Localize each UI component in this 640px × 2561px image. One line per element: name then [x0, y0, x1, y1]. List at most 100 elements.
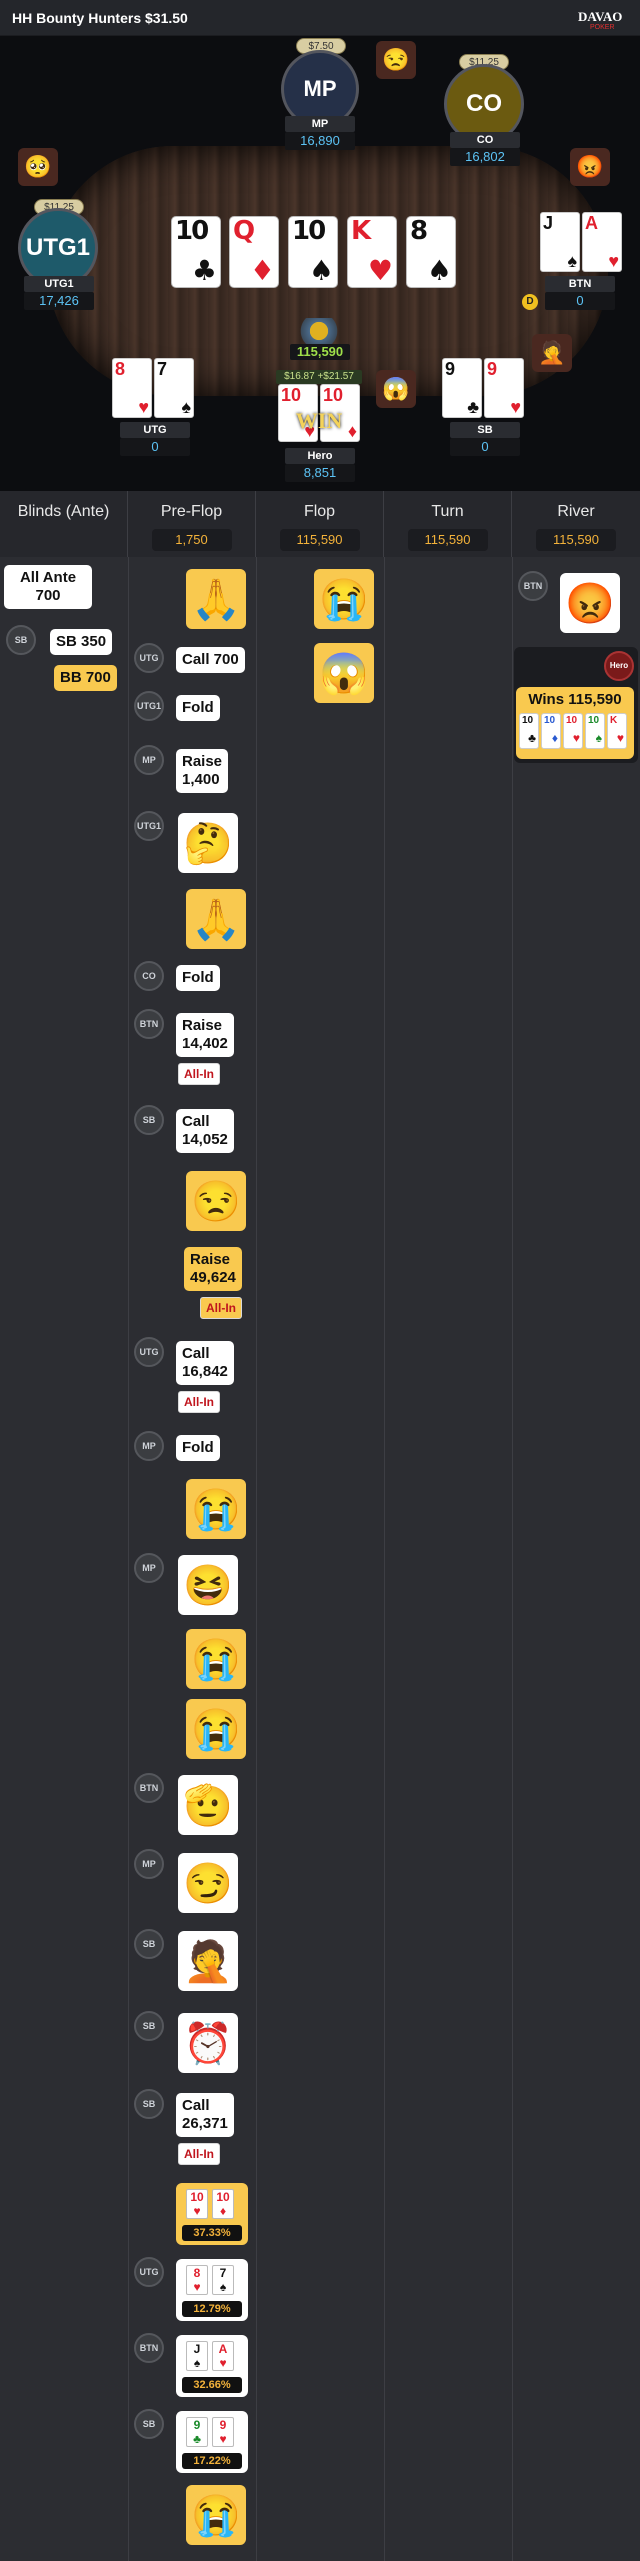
- seat-name-hero: Hero: [285, 448, 355, 464]
- svg-text:POKER: POKER: [590, 24, 615, 30]
- column-header-blinds: Blinds (Ante): [0, 491, 128, 557]
- emote-icon: 🙏: [186, 889, 246, 949]
- position-badge-utg1: UTG1: [134, 691, 164, 721]
- seat-name-mp: MP: [285, 116, 355, 132]
- divider: [256, 557, 257, 2561]
- seat-name-co: CO: [450, 132, 520, 148]
- action-raise: Raise 14,402: [176, 1013, 234, 1057]
- divider: [384, 557, 385, 2561]
- position-badge-sb: SB: [6, 625, 36, 655]
- seat-stack-hero: 8,851: [285, 464, 355, 482]
- emote-icon: 🫡: [178, 1775, 238, 1835]
- best-hand-card-1: 10 ♣: [519, 713, 539, 749]
- position-badge-mp: MP: [134, 1849, 164, 1879]
- position-badge-utg: UTG: [134, 1337, 164, 1367]
- seat-stack-utg: 0: [120, 438, 190, 456]
- emote-icon: 😆: [178, 1555, 238, 1615]
- position-badge-btn: BTN: [134, 2333, 164, 2363]
- emote-icon: 😱: [314, 643, 374, 703]
- sb-card-2: 9 ♥: [484, 358, 524, 418]
- equity-card-utg: 8 ♥ 7 ♠ 12.79%: [176, 2259, 248, 2321]
- emote-icon-mp: 😒: [376, 41, 416, 79]
- action-call: Call 700: [176, 647, 245, 673]
- chip-stack-icon: [292, 318, 346, 344]
- position-badge-utg1: UTG1: [134, 811, 164, 841]
- dealer-button-icon: D: [522, 294, 538, 310]
- best-hand-card-3: 10 ♥: [563, 713, 583, 749]
- position-badge-mp: MP: [134, 1553, 164, 1583]
- best-hand-card-2: 10 ♦: [541, 713, 561, 749]
- all-ante-bubble: All Ante 700: [4, 565, 92, 609]
- equity-card-btn: J ♠ A ♥ 32.66%: [176, 2335, 248, 2397]
- win-banner: WIN: [295, 408, 343, 433]
- best-hand-card-5: K ♥: [607, 713, 627, 749]
- hand-title: HH Bounty Hunters $31.50: [12, 10, 188, 26]
- emote-icon: 😭: [186, 1629, 246, 1689]
- btn-card-2: A ♥: [582, 212, 622, 272]
- seat-name-utg1: UTG1: [24, 276, 94, 292]
- hero-bounty: $16.87 +$21.57: [276, 370, 362, 384]
- emote-icon-sb: 🤦: [532, 334, 572, 372]
- emote-icon: 😏: [178, 1853, 238, 1913]
- utg-card-2: 7 ♠: [154, 358, 194, 418]
- position-badge-sb: SB: [134, 2409, 164, 2439]
- divider: [128, 557, 129, 2561]
- seat-name-utg: UTG: [120, 422, 190, 438]
- seat-stack-utg1: 17,426: [24, 292, 94, 310]
- bb-blind-bubble: BB 700: [54, 665, 117, 691]
- position-badge-btn: BTN: [134, 1773, 164, 1803]
- position-badge-co: CO: [134, 961, 164, 991]
- board-card-3: 10 ♠: [288, 216, 338, 288]
- emote-icon: 🤦: [178, 1931, 238, 1991]
- position-badge-btn: BTN: [518, 571, 548, 601]
- position-badge-sb: SB: [134, 1105, 164, 1135]
- action-fold: Fold: [176, 1435, 220, 1461]
- divider: [512, 557, 513, 2561]
- seat-stack-sb: 0: [450, 438, 520, 456]
- action-call: Call 14,052: [176, 1109, 234, 1153]
- seat-stack-co: 16,802: [450, 148, 520, 166]
- seat-name-sb: SB: [450, 422, 520, 438]
- seat-name-btn: BTN: [545, 276, 615, 292]
- position-badge-sb: SB: [134, 2011, 164, 2041]
- column-header-flop: Flop 115,590: [256, 491, 384, 557]
- position-badge-mp: MP: [134, 1431, 164, 1461]
- action-raise: Raise 1,400: [176, 749, 229, 793]
- position-badge-sb: SB: [134, 1929, 164, 1959]
- all-in-badge: All-In: [178, 1391, 220, 1413]
- position-badge-sb: SB: [134, 2089, 164, 2119]
- action-call: Call 16,842: [176, 1341, 234, 1385]
- column-header-river: River 115,590: [512, 491, 640, 557]
- seat-stack-btn: 0: [545, 292, 615, 310]
- seat-stack-mp: 16,890: [285, 132, 355, 150]
- emote-icon: 🙏: [186, 569, 246, 629]
- sb-blind-bubble: SB 350: [50, 629, 113, 655]
- board-card-1: 10 ♣: [171, 216, 221, 288]
- position-badge-btn: BTN: [134, 1009, 164, 1039]
- action-fold: Fold: [176, 965, 220, 991]
- best-hand-card-4: 10 ♠: [585, 713, 605, 749]
- svg-text:DAVAO: DAVAO: [578, 9, 622, 24]
- emote-icon: 😭: [186, 1699, 246, 1759]
- board-card-5: 8 ♠: [406, 216, 456, 288]
- emote-icon: 😒: [186, 1171, 246, 1231]
- action-raise: Raise 49,624: [184, 1247, 242, 1291]
- title-bar: HH Bounty Hunters $31.50 DAVAO POKER: [0, 0, 640, 36]
- board-card-4: K ♥: [347, 216, 397, 288]
- emote-icon-btn: 😡: [570, 148, 610, 186]
- utg-card-1: 8 ♥: [112, 358, 152, 418]
- position-badge-hero: Hero: [604, 651, 634, 681]
- position-badge-utg: UTG: [134, 2257, 164, 2287]
- position-badge-mp: MP: [134, 745, 164, 775]
- column-header-preflop: Pre-Flop 1,750: [128, 491, 256, 557]
- angry-face-icon: 😡: [560, 573, 620, 633]
- all-in-badge: All-In: [178, 2143, 220, 2165]
- board-card-2: Q ♦: [229, 216, 279, 288]
- emote-icon: 😭: [186, 2485, 246, 2545]
- sb-card-1: 9 ♣: [442, 358, 482, 418]
- hand-history: Blinds (Ante) Pre-Flop 1,750 Flop 115,590 …: [0, 491, 640, 2561]
- emote-icon: 😭: [186, 1479, 246, 1539]
- alarm-clock-icon: ⏰: [178, 2013, 238, 2073]
- davao-poker-logo: DAVAO POKER: [578, 9, 622, 30]
- emote-icon-hero: 😱: [376, 370, 416, 408]
